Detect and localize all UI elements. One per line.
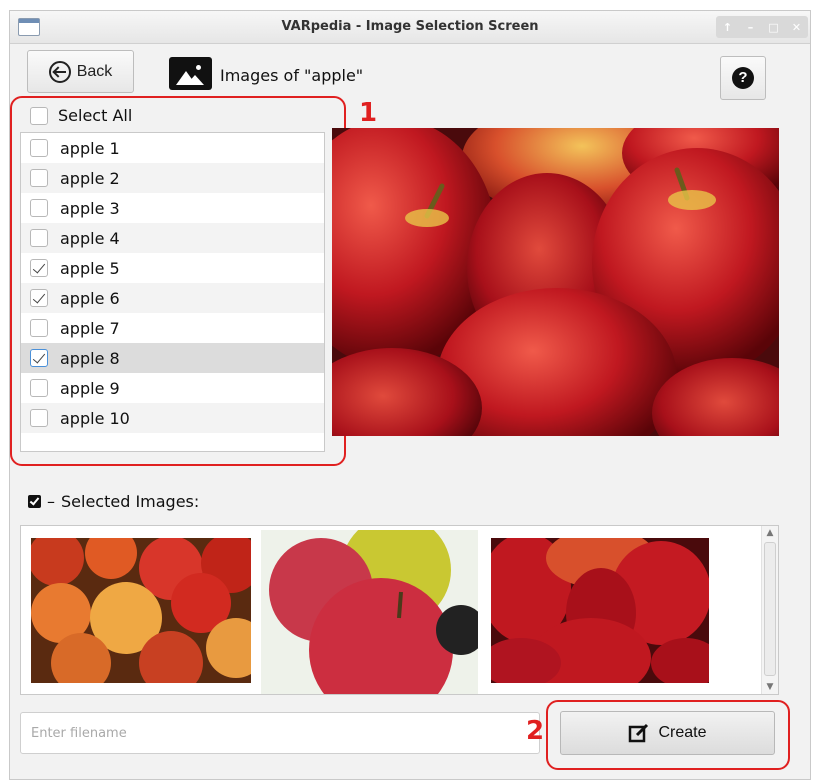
selected-images-panel[interactable]: ▲ ▼ [20, 525, 779, 695]
minimize-icon[interactable]: – [742, 21, 760, 34]
annotation-number-2: 2 [526, 716, 545, 746]
create-button-label: Create [658, 724, 707, 741]
create-button[interactable]: Create [560, 711, 775, 755]
image-checkbox[interactable] [30, 139, 48, 157]
select-all-label: Select All [58, 106, 133, 125]
list-item-label: apple 10 [60, 408, 130, 428]
filename-input[interactable] [20, 712, 540, 754]
list-item-label: apple 1 [60, 138, 120, 158]
selected-thumbnail[interactable] [261, 530, 478, 694]
selected-images-title: Selected Images: [61, 492, 200, 511]
list-item[interactable]: apple 5 [21, 253, 324, 283]
list-item[interactable]: apple 1 [21, 133, 324, 163]
list-item[interactable]: apple 7 [21, 313, 324, 343]
apple-thumbnail-1 [31, 538, 251, 683]
image-checkbox[interactable] [30, 379, 48, 397]
list-item-label: apple 9 [60, 378, 120, 398]
image-checkbox[interactable] [30, 409, 48, 427]
image-checkbox[interactable] [30, 289, 48, 307]
window-controls: ↑ – □ ✕ [716, 16, 808, 38]
back-button[interactable]: Back [27, 50, 134, 93]
scroll-down-icon[interactable]: ▼ [762, 680, 778, 694]
list-item[interactable]: apple 2 [21, 163, 324, 193]
edit-icon [629, 723, 649, 743]
image-checkbox[interactable] [30, 259, 48, 277]
back-button-label: Back [76, 62, 113, 80]
image-checkbox[interactable] [30, 169, 48, 187]
list-item-label: apple 7 [60, 318, 120, 338]
list-item[interactable]: apple 6 [21, 283, 324, 313]
selected-images-scrollbar[interactable]: ▲ ▼ [761, 526, 778, 694]
image-checkbox[interactable] [30, 229, 48, 247]
window-title: VARpedia - Image Selection Screen [281, 19, 539, 34]
list-item[interactable]: apple 4 [21, 223, 324, 253]
list-item-label: apple 3 [60, 198, 120, 218]
apple-thumbnail-2 [261, 530, 478, 694]
apple-thumbnail-3 [491, 538, 709, 683]
help-icon: ? [732, 67, 754, 89]
image-list[interactable]: apple 1 apple 2 apple 3 apple 4 apple 5 apple… [20, 132, 325, 452]
list-item[interactable]: apple 3 [21, 193, 324, 223]
selected-thumbnail[interactable] [31, 538, 251, 683]
select-all-checkbox[interactable]: Select All [30, 106, 132, 125]
list-item-label: apple 5 [60, 258, 120, 278]
image-checkbox[interactable] [30, 199, 48, 217]
back-arrow-icon [48, 60, 71, 83]
image-icon [169, 57, 212, 90]
selected-thumbnail[interactable] [491, 538, 709, 683]
select-all-box[interactable] [30, 106, 48, 125]
list-item-label: apple 2 [60, 168, 120, 188]
checkbox-icon [28, 495, 41, 508]
image-checkbox[interactable] [30, 319, 48, 337]
apple-preview-image [332, 128, 779, 436]
close-icon[interactable]: ✕ [788, 21, 806, 34]
help-button[interactable]: ? [720, 56, 766, 100]
title-bar: VARpedia - Image Selection Screen ↑ – □ … [10, 11, 810, 44]
list-item-label: apple 4 [60, 228, 120, 248]
keep-above-icon[interactable]: ↑ [719, 21, 737, 34]
annotation-number-1: 1 [359, 98, 378, 128]
scroll-up-icon[interactable]: ▲ [762, 526, 778, 540]
list-item[interactable]: apple 8 [21, 343, 324, 373]
list-item-label: apple 8 [60, 348, 120, 368]
selected-images-label: – Selected Images: [28, 492, 199, 511]
list-item[interactable]: apple 10 [21, 403, 324, 433]
scrollbar-thumb[interactable] [764, 542, 776, 676]
image-preview [332, 128, 779, 436]
page-title: Images of "apple" [220, 66, 364, 85]
maximize-icon[interactable]: □ [765, 21, 783, 34]
list-item-label: apple 6 [60, 288, 120, 308]
image-checkbox[interactable] [30, 349, 48, 367]
dash-icon: – [47, 492, 55, 511]
list-item[interactable]: apple 9 [21, 373, 324, 403]
